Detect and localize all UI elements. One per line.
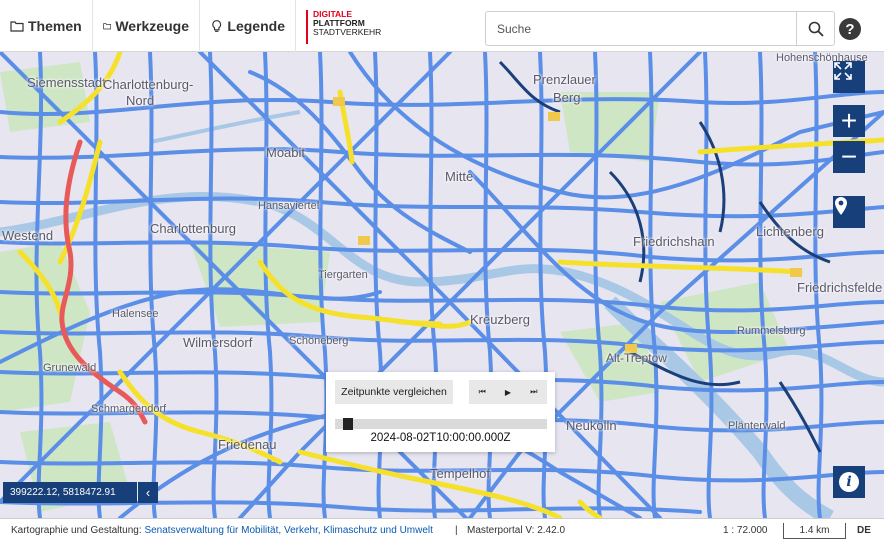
- coordinate-display: 399222.12, 5818472.91: [3, 482, 137, 503]
- help-button[interactable]: ?: [839, 18, 861, 40]
- menu-werkzeuge[interactable]: Werkzeuge: [93, 0, 200, 52]
- footer-separator: |: [455, 525, 458, 536]
- fullscreen-button[interactable]: [833, 61, 865, 93]
- place-neukoelln: Neukölln: [566, 418, 617, 433]
- playback-controls: ⏮ ▶ ⏭: [469, 380, 547, 404]
- locate-button[interactable]: [833, 196, 865, 228]
- place-prenzlauer: Prenzlauer: [533, 72, 596, 87]
- place-grunewald: Grunewald: [43, 362, 97, 374]
- place-charlottenburg: Charlottenburg: [150, 221, 236, 236]
- place-alt-treptow: Alt-Treptow: [606, 351, 667, 365]
- scale-bar: 1.4 km: [783, 523, 846, 539]
- place-siemensstadt: Siemensstadt: [27, 75, 106, 90]
- menu-themen[interactable]: Themen: [0, 0, 93, 52]
- menu-legende-label: Legende: [227, 18, 285, 34]
- zoom-out-button[interactable]: −: [833, 141, 865, 173]
- time-slider-track[interactable]: [335, 419, 547, 429]
- folder-icon: [10, 21, 24, 32]
- place-berg: Berg: [553, 90, 581, 105]
- search-box: [485, 11, 835, 46]
- credit-link[interactable]: Senatsverwaltung für Mobilität, Verkehr,…: [144, 525, 432, 536]
- time-slider-timestamp: 2024-08-02T10:00:00.000Z: [370, 432, 511, 444]
- footer-credit: Kartographie und Gestaltung: Senatsverwa…: [11, 525, 433, 536]
- place-halensee: Halensee: [112, 308, 159, 320]
- time-slider-panel: Zeitpunkte vergleichen ⏮ ▶ ⏭ 2024-08-02T…: [326, 372, 555, 452]
- lightbulb-icon: [212, 20, 222, 32]
- place-tempelhof: Tempelhof: [430, 466, 490, 481]
- menu-werkzeuge-label: Werkzeuge: [115, 18, 189, 34]
- place-wilmersdorf: Wilmersdorf: [183, 335, 253, 350]
- search-icon: [808, 21, 824, 37]
- info-button[interactable]: i: [833, 466, 865, 498]
- place-tiergarten: Tiergarten: [318, 269, 368, 281]
- logo-line-3: STADTVERKEHR: [313, 27, 382, 37]
- place-kreuzberg: Kreuzberg: [470, 312, 530, 327]
- language-switch[interactable]: DE: [857, 525, 871, 536]
- place-westend: Westend: [2, 228, 54, 243]
- menu-themen-label: Themen: [28, 18, 82, 34]
- expand-icon: [834, 62, 852, 80]
- place-schoeneberg: Schöneberg: [289, 335, 349, 347]
- search-input[interactable]: [486, 12, 798, 45]
- skip-back-icon[interactable]: ⏮: [479, 387, 486, 397]
- footer: Kartographie und Gestaltung: Senatsverwa…: [0, 518, 884, 544]
- search-button[interactable]: [796, 12, 834, 45]
- footer-version: Masterportal V: 2.42.0: [467, 525, 566, 536]
- credit-label: Kartographie und Gestaltung:: [11, 525, 142, 536]
- compare-times-button[interactable]: Zeitpunkte vergleichen: [335, 380, 453, 404]
- platform-logo: DIGITALE PLATTFORM STADTVERKEHR: [306, 10, 381, 44]
- place-rummelsburg: Rummelsburg: [737, 325, 806, 337]
- folder-icon: [103, 23, 112, 30]
- zoom-in-button[interactable]: +: [833, 105, 865, 137]
- place-friedrichshain: Friedrichshain: [633, 234, 715, 249]
- menu-legende[interactable]: Legende: [200, 0, 296, 52]
- place-lichtenberg: Lichtenberg: [756, 224, 824, 239]
- place-mitte: Mitte: [445, 169, 474, 184]
- place-friedenau: Friedenau: [218, 437, 277, 452]
- map-scale[interactable]: 1 : 72.000: [723, 525, 767, 536]
- place-plaenterwald: Plänterwald: [728, 420, 786, 432]
- coordinate-toggle-button[interactable]: ‹: [138, 482, 158, 503]
- place-hansaviertel: Hansaviertel: [258, 200, 320, 212]
- place-charlottenburg-nord-2: Nord: [126, 93, 155, 108]
- place-schmargendorf: Schmargendorf: [91, 403, 167, 415]
- top-bar: Themen Werkzeuge Legende DIGITALE PLATTF…: [0, 0, 884, 52]
- place-charlottenburg-nord-1: Charlottenburg-: [103, 77, 194, 92]
- place-moabit: Moabit: [266, 145, 306, 160]
- place-friedrichsfelde: Friedrichsfelde: [797, 280, 883, 295]
- info-icon: i: [839, 472, 859, 492]
- skip-forward-icon[interactable]: ⏭: [530, 387, 537, 397]
- play-icon[interactable]: ▶: [505, 388, 511, 397]
- time-slider-handle[interactable]: [343, 418, 354, 430]
- location-pin-icon: [835, 197, 847, 215]
